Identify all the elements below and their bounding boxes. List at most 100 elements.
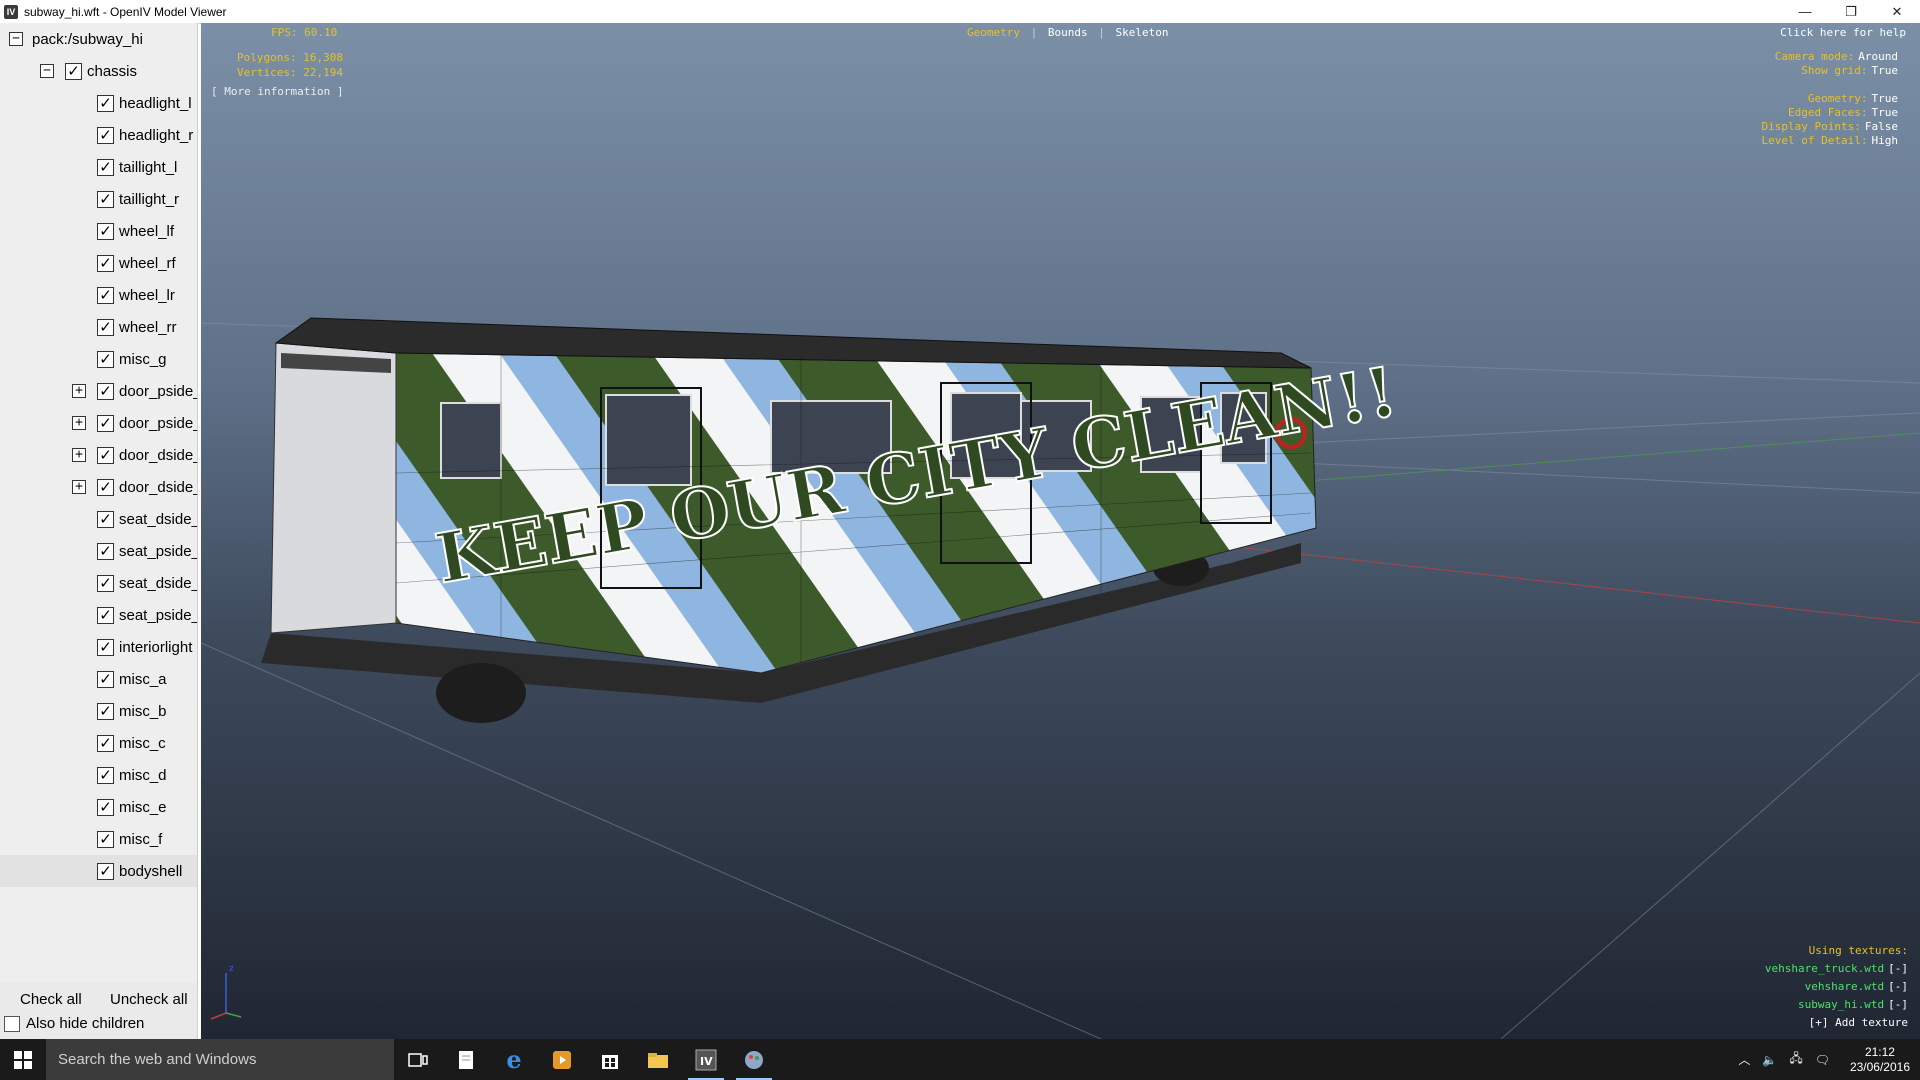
tree-root[interactable]: − pack:/subway_hi <box>0 23 197 55</box>
tree-node[interactable]: ✓ headlight_l <box>0 87 197 119</box>
tree-node[interactable]: ✓ misc_e <box>0 791 197 823</box>
paint-icon[interactable] <box>730 1039 778 1080</box>
tree-node[interactable]: ✓ misc_c <box>0 727 197 759</box>
node-checkbox[interactable]: ✓ <box>97 254 114 272</box>
node-checkbox[interactable]: ✓ <box>97 862 114 880</box>
node-checkbox[interactable]: ✓ <box>97 286 114 304</box>
node-checkbox[interactable]: ✓ <box>97 574 114 592</box>
tree-node[interactable]: ✓ misc_a <box>0 663 197 695</box>
node-checkbox[interactable]: ✓ <box>97 670 114 688</box>
tree-node[interactable]: ✓ wheel_lr <box>0 279 197 311</box>
tree-node[interactable]: + ✓ door_dside_ <box>0 471 197 503</box>
close-button[interactable]: ✕ <box>1874 0 1920 23</box>
tree-node[interactable]: ✓ taillight_r <box>0 183 197 215</box>
node-checkbox[interactable]: ✓ <box>97 478 114 496</box>
also-hide-children-toggle[interactable]: Also hide children <box>4 1015 144 1032</box>
node-checkbox[interactable]: ✓ <box>97 382 114 400</box>
setting-row[interactable]: Level of Detail: High <box>1762 134 1898 148</box>
action-center-icon[interactable]: 🗨 <box>1815 1053 1830 1067</box>
also-hide-children-checkbox[interactable] <box>4 1015 20 1032</box>
minimize-button[interactable]: — <box>1782 0 1828 23</box>
tree-node[interactable]: ✓ headlight_r <box>0 119 197 151</box>
tree-node[interactable]: ✓ misc_d <box>0 759 197 791</box>
edge-browser-icon[interactable]: e <box>490 1039 538 1080</box>
show-hidden-icons-icon[interactable]: ︿ <box>1738 1051 1750 1068</box>
remove-texture-button[interactable]: [-] <box>1888 998 1908 1011</box>
node-checkbox[interactable]: ✓ <box>97 830 114 848</box>
check-all-button[interactable]: Check all <box>20 991 82 1008</box>
tree-node[interactable]: ✓ wheel_rr <box>0 311 197 343</box>
chassis-checkbox[interactable]: ✓ <box>65 62 82 80</box>
collapse-icon[interactable]: − <box>40 64 54 78</box>
openiv-taskbar-icon[interactable]: IV <box>682 1039 730 1080</box>
node-checkbox[interactable]: ✓ <box>97 766 114 784</box>
collapse-icon[interactable]: − <box>9 32 23 46</box>
task-view-icon[interactable] <box>394 1039 442 1080</box>
expand-icon[interactable]: + <box>72 384 86 398</box>
tree-node[interactable]: ✓ interiorlight <box>0 631 197 663</box>
tree-node[interactable]: ✓ misc_f <box>0 823 197 855</box>
tree-node[interactable]: ✓ bodyshell <box>0 855 197 887</box>
tree-node[interactable]: ✓ seat_pside_ <box>0 535 197 567</box>
node-checkbox[interactable]: ✓ <box>97 414 114 432</box>
node-checkbox[interactable]: ✓ <box>97 126 114 144</box>
node-checkbox[interactable]: ✓ <box>97 222 114 240</box>
volume-icon[interactable]: 🔈 <box>1762 1053 1777 1067</box>
tree-node[interactable]: ✓ taillight_l <box>0 151 197 183</box>
setting-row[interactable]: Edged Faces: True <box>1762 106 1898 120</box>
restore-button[interactable]: ❐ <box>1828 0 1874 23</box>
remove-texture-button[interactable]: [-] <box>1888 962 1908 975</box>
node-checkbox[interactable]: ✓ <box>97 446 114 464</box>
tree-node[interactable]: ✓ wheel_rf <box>0 247 197 279</box>
3d-viewport[interactable]: KEEP OUR CITY CLEAN!! z FPS: 60.10 Polyg… <box>201 23 1920 1039</box>
start-button[interactable] <box>0 1039 46 1080</box>
network-icon[interactable]: 🖧 <box>1789 1049 1802 1070</box>
tree-node-label: misc_c <box>119 734 166 752</box>
media-player-icon[interactable] <box>538 1039 586 1080</box>
notepad-icon[interactable] <box>442 1039 490 1080</box>
expand-icon[interactable]: + <box>72 416 86 430</box>
setting-row[interactable]: Geometry: True <box>1762 92 1898 106</box>
tree-node[interactable]: + ✓ door_dside_ <box>0 439 197 471</box>
node-checkbox[interactable]: ✓ <box>97 350 114 368</box>
setting-row[interactable]: Show grid: True <box>1762 64 1898 78</box>
tree-node[interactable]: + ✓ door_pside_ <box>0 375 197 407</box>
tree-node[interactable]: ✓ seat_pside_ <box>0 599 197 631</box>
taskbar-search-box[interactable]: Search the web and Windows <box>46 1039 394 1080</box>
clock[interactable]: 21:12 23/06/2016 <box>1850 1045 1910 1075</box>
node-checkbox[interactable]: ✓ <box>97 158 114 176</box>
node-checkbox[interactable]: ✓ <box>97 190 114 208</box>
more-information-link[interactable]: [ More information ] <box>211 85 343 98</box>
tree-node[interactable]: ✓ misc_b <box>0 695 197 727</box>
add-texture-button[interactable]: [+] Add texture <box>1765 1016 1908 1030</box>
uncheck-all-button[interactable]: Uncheck all <box>110 991 188 1008</box>
node-checkbox[interactable]: ✓ <box>97 542 114 560</box>
setting-row[interactable]: Camera mode: Around <box>1762 50 1898 64</box>
node-checkbox[interactable]: ✓ <box>97 798 114 816</box>
tab-bounds[interactable]: Bounds <box>1048 26 1088 39</box>
tree-node[interactable]: ✓ misc_g <box>0 343 197 375</box>
node-checkbox[interactable]: ✓ <box>97 734 114 752</box>
tab-geometry[interactable]: Geometry <box>967 26 1020 39</box>
expand-icon[interactable]: + <box>72 448 86 462</box>
file-explorer-icon[interactable] <box>634 1039 682 1080</box>
node-checkbox[interactable]: ✓ <box>97 702 114 720</box>
node-checkbox[interactable]: ✓ <box>97 638 114 656</box>
help-link[interactable]: Click here for help <box>1780 26 1906 39</box>
node-checkbox[interactable]: ✓ <box>97 606 114 624</box>
tab-skeleton[interactable]: Skeleton <box>1115 26 1168 39</box>
tree-node-chassis[interactable]: − ✓ chassis <box>0 55 197 87</box>
model-tree[interactable]: − pack:/subway_hi − ✓ chassis ✓ headlight… <box>0 23 197 983</box>
expand-icon[interactable]: + <box>72 480 86 494</box>
remove-texture-button[interactable]: [-] <box>1888 980 1908 993</box>
tree-node[interactable]: ✓ seat_dside_ <box>0 503 197 535</box>
setting-row[interactable]: Display Points: False <box>1762 120 1898 134</box>
store-icon[interactable] <box>586 1039 634 1080</box>
tree-node[interactable]: + ✓ door_pside_ <box>0 407 197 439</box>
node-checkbox[interactable]: ✓ <box>97 510 114 528</box>
tree-node[interactable]: ✓ wheel_lf <box>0 215 197 247</box>
node-checkbox[interactable]: ✓ <box>97 94 114 112</box>
node-checkbox[interactable]: ✓ <box>97 318 114 336</box>
tree-node[interactable]: ✓ seat_dside_ <box>0 567 197 599</box>
setting-key: Geometry: <box>1807 92 1868 105</box>
